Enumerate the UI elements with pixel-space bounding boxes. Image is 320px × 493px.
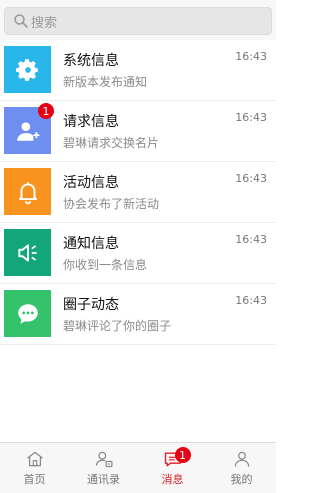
- message-subtitle: 你收到一条信息: [63, 258, 148, 272]
- bell-icon: [18, 181, 37, 204]
- search-placeholder: 搜索: [31, 15, 58, 31]
- message-title: 请求信息: [63, 114, 119, 130]
- profile-icon: [234, 451, 249, 467]
- unread-badge: 1: [38, 103, 54, 119]
- tab-label: 通讯录: [87, 473, 120, 486]
- tab-messages[interactable]: 1 消息: [138, 443, 207, 493]
- tab-label: 我的: [230, 473, 253, 486]
- message-title: 活动信息: [63, 175, 119, 191]
- message-title: 系统信息: [63, 53, 119, 69]
- search-input[interactable]: 搜索: [4, 7, 272, 35]
- app: 搜索 系统信息 新版本发布通知 16:43 1 请求信息 碧琳请求交换名片 16…: [0, 0, 276, 493]
- search-icon: [13, 13, 29, 29]
- message-row-system[interactable]: 系统信息 新版本发布通知 16:43: [0, 40, 276, 101]
- chat-bubble-icon: [17, 303, 38, 324]
- home-icon: [26, 451, 43, 467]
- message-row-circle[interactable]: 圈子动态 碧琳评论了你的圈子 16:43: [0, 284, 276, 345]
- message-row-request[interactable]: 1 请求信息 碧琳请求交换名片 16:43: [0, 101, 276, 162]
- message-time: 16:43: [235, 172, 267, 185]
- gear-icon: [15, 58, 38, 81]
- contacts-icon: [95, 451, 112, 468]
- message-title: 圈子动态: [63, 297, 119, 313]
- message-avatar: [4, 290, 51, 337]
- search-bar: 搜索: [0, 0, 276, 40]
- tab-label: 消息: [161, 473, 184, 486]
- message-subtitle: 新版本发布通知: [63, 75, 148, 89]
- tab-contacts[interactable]: 通讯录: [69, 443, 138, 493]
- message-row-activity[interactable]: 活动信息 协会发布了新活动 16:43: [0, 162, 276, 223]
- message-time: 16:43: [235, 233, 267, 246]
- message-avatar: [4, 168, 51, 215]
- tab-home[interactable]: 首页: [0, 443, 69, 493]
- message-row-notice[interactable]: 通知信息 你收到一条信息 16:43: [0, 223, 276, 284]
- message-time: 16:43: [235, 50, 267, 63]
- message-time: 16:43: [235, 294, 267, 307]
- speaker-icon: [17, 243, 37, 262]
- message-subtitle: 碧琳请求交换名片: [63, 136, 160, 150]
- message-avatar: [4, 46, 51, 93]
- message-list: 系统信息 新版本发布通知 16:43 1 请求信息 碧琳请求交换名片 16:43: [0, 40, 276, 345]
- message-avatar: [4, 229, 51, 276]
- tab-badge: 1: [174, 447, 191, 463]
- message-subtitle: 碧琳评论了你的圈子: [63, 319, 172, 333]
- message-subtitle: 协会发布了新活动: [63, 197, 160, 211]
- add-contact-icon: [16, 121, 39, 141]
- tab-profile[interactable]: 我的: [207, 443, 276, 493]
- tab-label: 首页: [23, 473, 46, 486]
- bottom-tab-bar: 首页 通讯录 1 消息 我的: [0, 442, 276, 493]
- message-time: 16:43: [235, 111, 267, 124]
- message-title: 通知信息: [63, 236, 119, 252]
